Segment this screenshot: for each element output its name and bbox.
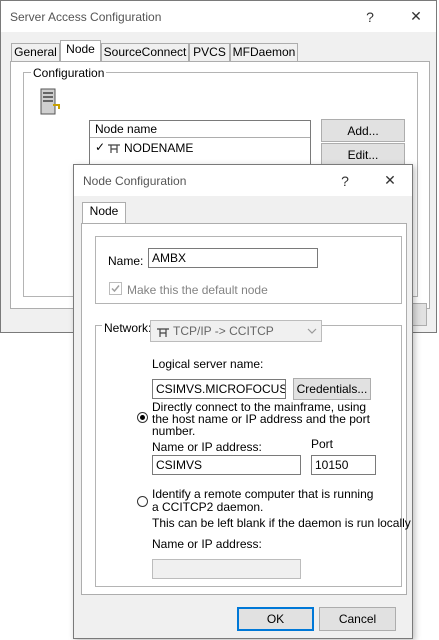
ok-button[interactable]: OK [237,607,314,631]
default-node-checkbox[interactable] [109,282,122,295]
help-button[interactable]: ? [348,1,392,32]
tab-node[interactable]: Node [60,40,101,62]
tab-sourceconnect[interactable]: SourceConnect [101,43,189,62]
tab-general[interactable]: General [11,43,60,62]
network-icon [108,144,120,153]
edit-button[interactable]: Edit... [321,143,405,166]
dialog-title-bar: Node Configuration ? ✕ [74,165,412,196]
cancel-button[interactable]: Cancel [319,607,396,631]
dialog-tab-node[interactable]: Node [82,202,126,224]
add-button[interactable]: Add... [321,119,405,142]
credentials-button[interactable]: Credentials... [293,378,371,400]
blank-note: This can be left blank if the daemon is … [152,516,411,530]
direct-connect-radio[interactable] [137,412,148,423]
host-field[interactable]: CSIMVS [152,455,301,475]
server-icon [40,88,60,115]
port-label: Port [311,437,334,451]
name-ip-label: Name or IP address: [152,440,262,454]
tab-mfdaemon[interactable]: MFDaemon [230,43,298,62]
tab-pvcs[interactable]: PVCS [189,43,230,62]
network-icon [157,328,169,337]
node-configuration-dialog: Node Configuration ? ✕ Node Name: AMBX M… [73,164,413,639]
remote-daemon-radio[interactable] [137,496,148,507]
dialog-tab-panel: Name: AMBX Make this the default node Ne… [81,223,411,595]
logical-server-label: Logical server name: [152,357,264,371]
list-item[interactable]: ✓ NODENAME [92,140,308,157]
name-field[interactable]: AMBX [148,248,318,268]
list-item-label: NODENAME [124,141,194,155]
network-dropdown[interactable]: TCP/IP -> CCITCP [150,320,322,342]
direct-connect-text: Directly connect to the mainframe, using… [152,400,370,438]
dialog-close-button[interactable]: ✕ [368,165,412,196]
port-field[interactable]: 10150 [311,455,376,475]
network-label: Network: [102,321,154,335]
configuration-group-label: Configuration [31,66,107,80]
name-ip-label-2: Name or IP address: [152,537,262,551]
dialog-help-button[interactable]: ? [323,165,367,196]
list-header-node-name[interactable]: Node name [90,121,310,138]
close-button[interactable]: ✕ [394,1,438,32]
title-bar: Server Access Configuration ? ✕ [1,1,436,32]
name-label: Name: [108,254,144,268]
network-dropdown-value: TCP/IP -> CCITCP [173,324,274,338]
remote-daemon-text: Identify a remote computer that is runni… [152,487,374,514]
check-icon: ✓ [95,140,106,154]
list-header-label: Node name [95,122,158,136]
dialog-title: Node Configuration [83,174,187,188]
default-node-label: Make this the default node [127,283,268,297]
window-title: Server Access Configuration [10,10,162,24]
logical-server-field[interactable]: CSIMVS.MICROFOCUS.CC [152,379,286,399]
daemon-host-field[interactable] [152,559,301,579]
chevron-down-icon [307,328,317,334]
checkbox-check-icon [111,285,120,293]
